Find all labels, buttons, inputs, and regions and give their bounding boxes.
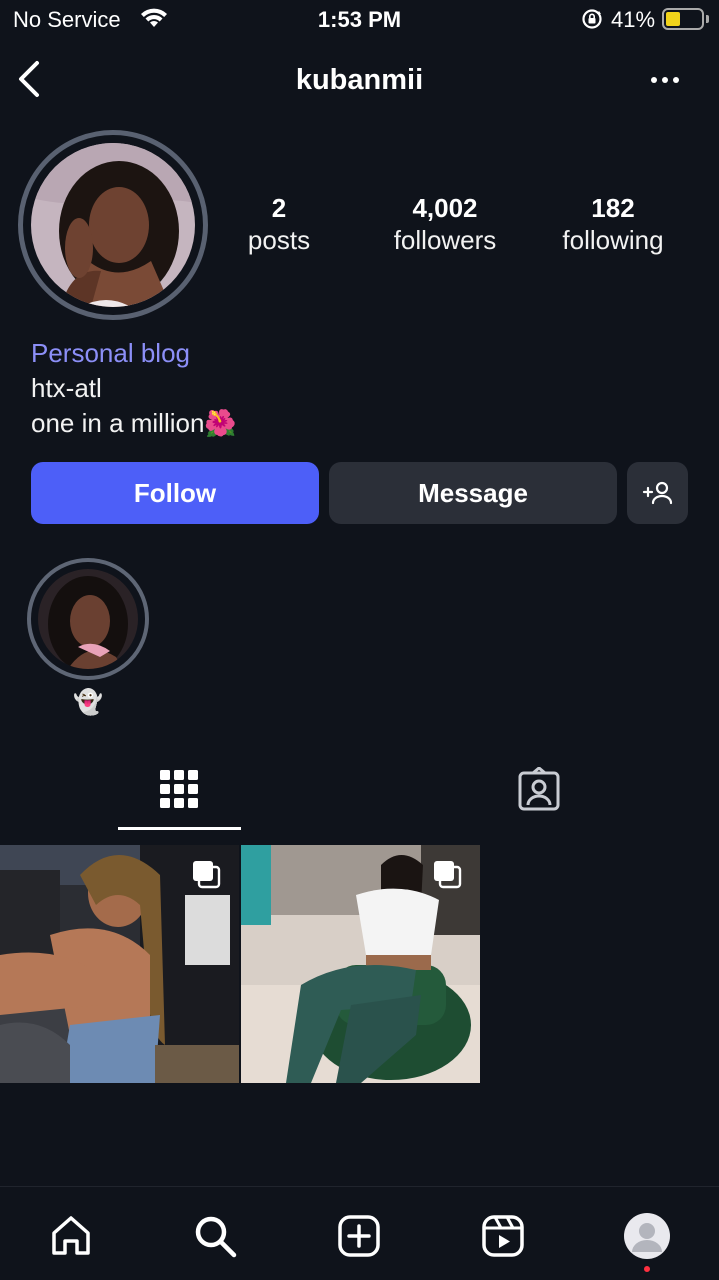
tagged-person-icon (518, 767, 560, 811)
following-count: 182 (591, 193, 635, 223)
rotation-lock-icon (582, 9, 602, 29)
highlight-cover-image (38, 569, 138, 669)
avatar-image (31, 143, 195, 307)
battery-icon (662, 8, 704, 30)
following-stat[interactable]: 182 following (543, 192, 683, 256)
post-thumbnail[interactable] (0, 845, 239, 1083)
nav-home[interactable] (46, 1211, 96, 1261)
bottom-navigation (0, 1186, 719, 1280)
profile-screen: No Service 1:53 PM 41% kubanmii 2 posts … (0, 0, 719, 1280)
nav-create[interactable] (334, 1211, 384, 1261)
bio-line-1: htx-atl (31, 373, 102, 403)
more-horizontal-icon (651, 77, 657, 83)
followers-stat[interactable]: 4,002 followers (375, 192, 515, 256)
nav-search[interactable] (190, 1211, 240, 1261)
status-bar: No Service 1:53 PM 41% (0, 0, 719, 40)
plus-square-icon (338, 1215, 380, 1257)
profile-avatar-icon (624, 1213, 670, 1259)
multiple-posts-icon (193, 861, 221, 889)
battery-percent: 41% (611, 7, 656, 32)
nav-reels[interactable] (478, 1211, 528, 1261)
page-title: kubanmii (295, 64, 424, 96)
posts-label: posts (247, 225, 311, 255)
profile-avatar[interactable] (18, 130, 208, 320)
tab-tagged[interactable] (419, 745, 659, 833)
tab-grid[interactable] (59, 745, 299, 833)
active-tab-indicator (118, 827, 241, 830)
followers-label: followers (393, 225, 497, 255)
battery-level (666, 12, 680, 26)
more-options-button[interactable] (640, 60, 690, 100)
following-label: following (562, 225, 664, 255)
home-icon (52, 1216, 90, 1255)
message-button[interactable]: Message (329, 462, 617, 524)
add-person-icon (642, 481, 672, 505)
profile-tabs (0, 745, 719, 835)
nav-profile[interactable] (622, 1211, 672, 1261)
story-highlight[interactable] (27, 558, 149, 680)
bio-line-2: one in a million🌺 (31, 408, 237, 438)
search-icon (195, 1216, 237, 1258)
posts-stat[interactable]: 2 posts (209, 192, 349, 256)
bio-category: Personal blog (31, 338, 190, 368)
multiple-posts-icon (434, 861, 462, 889)
battery-nub (706, 15, 709, 23)
notification-dot (644, 1266, 650, 1272)
grid-icon (160, 770, 198, 808)
follow-button[interactable]: Follow (31, 462, 319, 524)
profile-bio: Personal blog htx-atl one in a million🌺 (31, 336, 691, 441)
post-thumbnail[interactable] (241, 845, 480, 1083)
profile-header: kubanmii (0, 48, 719, 112)
reels-icon (482, 1215, 524, 1257)
highlight-label: 👻 (73, 689, 103, 716)
suggested-users-button[interactable] (627, 462, 688, 524)
followers-count: 4,002 (412, 193, 478, 223)
profile-stats: 2 posts 4,002 followers 182 following (225, 192, 705, 272)
posts-count: 2 (271, 193, 287, 223)
